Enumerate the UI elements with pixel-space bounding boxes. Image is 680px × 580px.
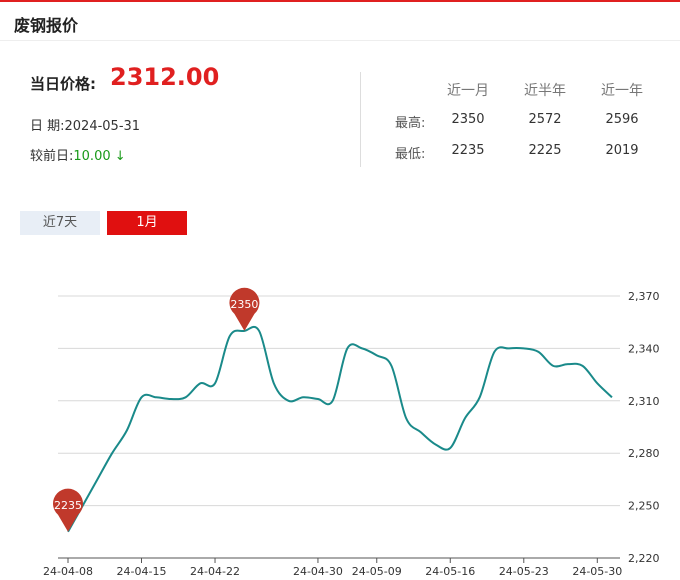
x-tick-label: 24-05-09 [352,565,402,578]
y-tick-label: 2,250 [628,500,660,513]
y-tick-label: 2,310 [628,395,660,408]
x-tick-label: 24-05-30 [572,565,622,578]
x-tick-label: 24-04-08 [43,565,93,578]
price-series-line [67,325,613,533]
marker-label-max: 2350 [230,298,258,311]
x-tick-label: 24-05-23 [499,565,549,578]
price-line-chart: 2,370 2,340 2,310 2,280 2,250 2,220 24-04-08 24… [43,287,660,578]
x-tick-label: 24-04-15 [117,565,167,578]
x-tick-label: 24-05-16 [425,565,475,578]
y-tick-label: 2,280 [628,447,660,460]
x-tick-label: 24-04-30 [293,565,343,578]
y-tick-label: 2,220 [628,552,660,565]
x-tick-label: 24-04-22 [190,565,240,578]
y-tick-label: 2,340 [628,342,660,355]
marker-label-min: 2235 [54,499,82,512]
y-tick-label: 2,370 [628,290,660,303]
